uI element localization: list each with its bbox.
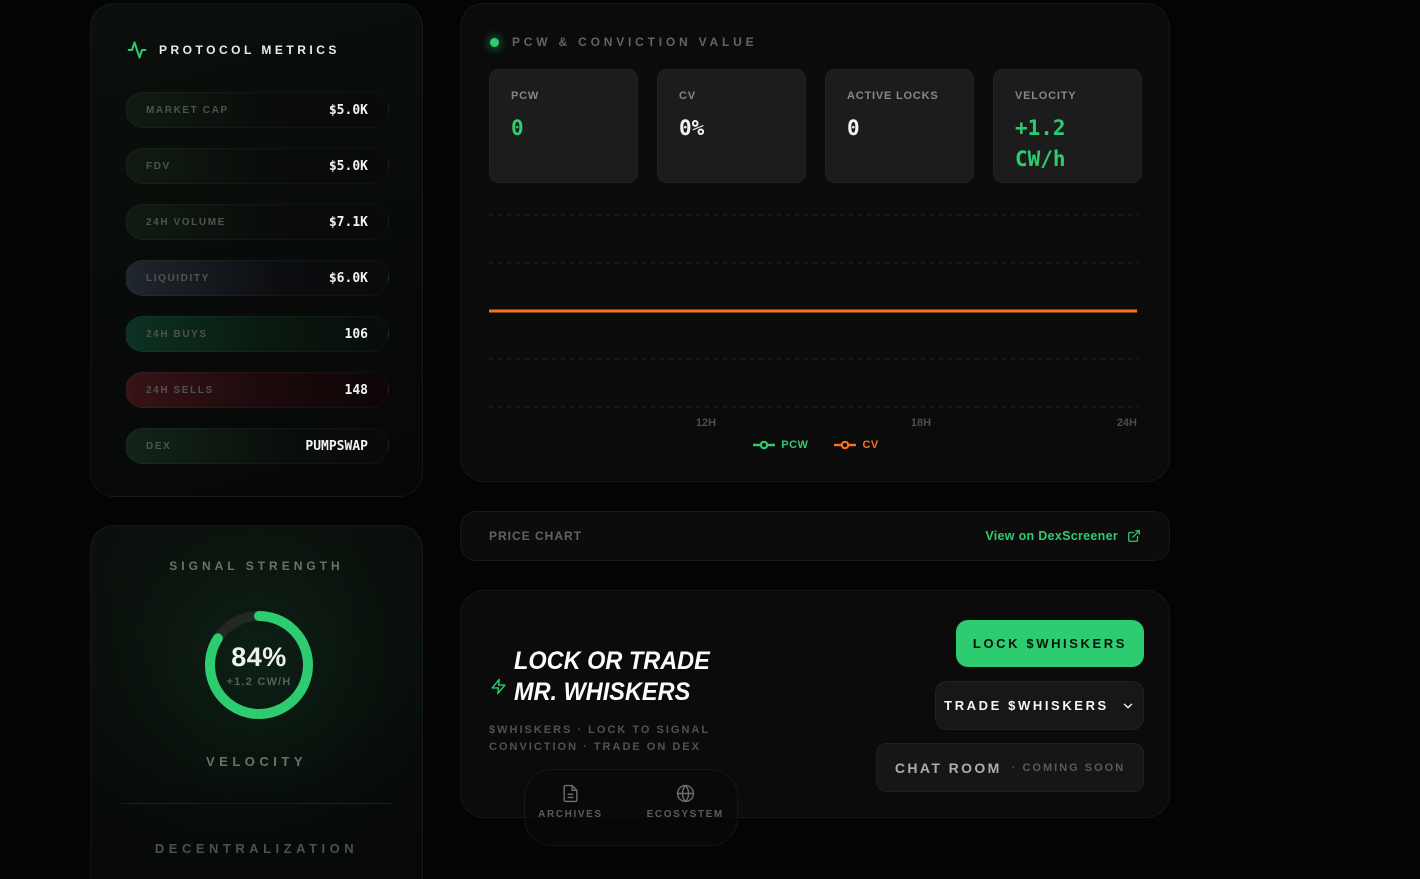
svg-text:18H: 18H — [911, 417, 931, 428]
legend-item-pcw: PCW — [753, 439, 808, 451]
stat-label: VELOCITY — [1015, 90, 1141, 102]
metric-label: 24H VOLUME — [146, 217, 226, 228]
legend-label: PCW — [781, 439, 808, 451]
stat-label: PCW — [511, 90, 637, 102]
metric-value: 148 — [345, 383, 368, 398]
file-text-icon — [561, 784, 580, 803]
metric-rows: MARKET CAP $5.0K FDV $5.0K 24H VOLUME $7.1K LI… — [125, 92, 389, 484]
hero-link-ecosystem[interactable]: ECOSYSTEM — [647, 784, 724, 845]
price-chart-title: PRICE CHART — [489, 529, 582, 543]
svg-text:24H: 24H — [1117, 417, 1137, 428]
decentralization-title: DECENTRALIZATION — [91, 841, 422, 856]
legend-marker-icon — [834, 440, 856, 450]
stat-boxes: PCW 0 CV 0% ACTIVE LOCKS 0 VELOCITY +1.2 CW/h — [489, 69, 1142, 183]
divider — [121, 803, 392, 804]
trade-whiskers-button[interactable]: TRADE $WHISKERS — [935, 681, 1144, 730]
protocol-metrics-title: PROTOCOL METRICS — [159, 43, 340, 57]
conviction-header: PCW & CONVICTION VALUE — [490, 35, 757, 49]
metric-row-fdv: FDV $5.0K — [125, 148, 389, 184]
stat-value: 0 — [511, 113, 621, 144]
chart-legend: PCW CV — [461, 439, 1171, 451]
hero-links: ARCHIVES ECOSYSTEM — [524, 769, 738, 846]
hero-link-archives[interactable]: ARCHIVES — [538, 784, 602, 845]
stat-velocity: VELOCITY +1.2 CW/h — [993, 69, 1142, 183]
metric-value: 106 — [345, 327, 368, 342]
metric-label: MARKET CAP — [146, 105, 229, 116]
stat-label: CV — [679, 90, 805, 102]
dashboard: PROTOCOL METRICS MARKET CAP $5.0K FDV $5.0K… — [0, 0, 1420, 879]
globe-icon — [676, 784, 695, 803]
legend-label: CV — [862, 439, 878, 451]
zap-icon — [490, 678, 507, 695]
signal-strength-card: SIGNAL STRENGTH 84% +1.2 CW/H VELOCITY D… — [90, 525, 423, 879]
metric-row-24h-sells: 24H SELLS 148 — [125, 372, 389, 408]
signal-strength-title: SIGNAL STRENGTH — [91, 559, 422, 573]
metric-row-market-cap: MARKET CAP $5.0K — [125, 92, 389, 128]
metric-value: $7.1K — [329, 215, 368, 230]
metric-row-liquidity: LIQUIDITY $6.0K — [125, 260, 389, 296]
hero-link-label: ARCHIVES — [538, 809, 602, 820]
legend-marker-icon — [753, 440, 775, 450]
svg-text:12H: 12H — [696, 417, 716, 428]
conviction-title: PCW & CONVICTION VALUE — [512, 35, 757, 49]
chat-room-box[interactable]: CHAT ROOM · COMING SOON — [876, 743, 1144, 792]
gauge-subvalue: +1.2 CW/H — [227, 676, 292, 688]
price-chart-card: PRICE CHART View on DexScreener — [460, 511, 1170, 561]
metric-row-24h-volume: 24H VOLUME $7.1K — [125, 204, 389, 240]
metric-label: 24H SELLS — [146, 385, 214, 396]
stat-value: 0% — [679, 113, 789, 144]
legend-item-cv: CV — [834, 439, 878, 451]
lock-whiskers-button[interactable]: LOCK $WHISKERS — [956, 620, 1144, 667]
metric-value: $5.0K — [329, 103, 368, 118]
conviction-chart: 12H 18H 24H — [489, 206, 1139, 428]
metric-label: LIQUIDITY — [146, 273, 210, 284]
hero-card: LOCK OR TRADE MR. WHISKERS $WHISKERS · L… — [460, 590, 1170, 818]
metric-value: $5.0K — [329, 159, 368, 174]
activity-icon — [127, 40, 147, 60]
hero-link-label: ECOSYSTEM — [647, 809, 724, 820]
metric-label: FDV — [146, 161, 171, 172]
dexscreener-link-label: View on DexScreener — [985, 529, 1118, 543]
stat-active-locks: ACTIVE LOCKS 0 — [825, 69, 974, 183]
gauge-label: VELOCITY — [91, 754, 422, 769]
protocol-metrics-card: PROTOCOL METRICS MARKET CAP $5.0K FDV $5.0K… — [90, 3, 423, 497]
stat-label: ACTIVE LOCKS — [847, 90, 973, 102]
stat-value: 0 — [847, 113, 957, 144]
metric-row-dex: DEX PUMPSWAP — [125, 428, 389, 464]
chat-room-status: · COMING SOON — [1012, 762, 1125, 774]
hero-title: LOCK OR TRADE MR. WHISKERS — [514, 646, 711, 708]
metric-value: $6.0K — [329, 271, 368, 286]
protocol-metrics-header: PROTOCOL METRICS — [127, 40, 340, 60]
gauge-value: 84% — [231, 642, 287, 673]
metric-label: DEX — [146, 441, 171, 452]
trade-whiskers-label: TRADE $WHISKERS — [944, 698, 1109, 713]
chevron-down-icon — [1121, 699, 1135, 713]
metric-row-24h-buys: 24H BUYS 106 — [125, 316, 389, 352]
stat-cv: CV 0% — [657, 69, 806, 183]
external-link-icon — [1127, 529, 1141, 543]
chat-room-label: CHAT ROOM — [895, 760, 1002, 776]
stat-value: +1.2 CW/h — [1015, 113, 1125, 175]
hero-subtitle: $WHISKERS · LOCK TO SIGNAL CONVICTION · … — [489, 722, 739, 756]
live-dot-icon — [490, 38, 499, 47]
metric-value: PUMPSWAP — [305, 439, 368, 454]
conviction-card: PCW & CONVICTION VALUE PCW 0 CV 0% ACTIVE LO… — [460, 3, 1170, 482]
metric-label: 24H BUYS — [146, 329, 208, 340]
view-on-dexscreener-link[interactable]: View on DexScreener — [985, 529, 1141, 543]
velocity-gauge: 84% +1.2 CW/H — [199, 605, 319, 725]
stat-pcw: PCW 0 — [489, 69, 638, 183]
